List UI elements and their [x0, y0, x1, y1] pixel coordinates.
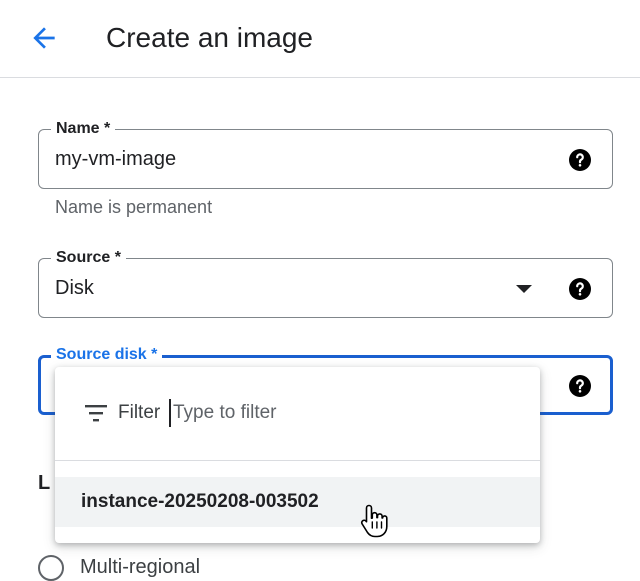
name-hint: Name is permanent	[55, 197, 213, 217]
arrow-back-icon	[33, 27, 55, 49]
name-field[interactable]: Name * my-vm-image	[38, 119, 613, 189]
filter-icon	[85, 405, 107, 422]
chevron-down-icon[interactable]	[516, 285, 532, 293]
help-icon[interactable]	[568, 374, 592, 398]
location-heading: L	[38, 472, 51, 494]
menu-item-label: instance-20250208-003502	[81, 491, 319, 512]
multi-regional-radio[interactable]	[38, 555, 64, 581]
multi-regional-label: Multi-regional	[80, 556, 201, 578]
back-button[interactable]	[24, 18, 64, 58]
help-icon[interactable]	[568, 148, 592, 172]
source-disk-dropdown: Filter instance-20250208-003502	[55, 367, 540, 543]
filter-label: Filter	[118, 402, 161, 423]
hand-pointer-icon	[360, 504, 388, 538]
menu-item-instance[interactable]: instance-20250208-003502	[55, 477, 540, 527]
source-disk-field-label: Source disk *	[51, 345, 163, 365]
filter-input[interactable]	[169, 399, 509, 427]
name-field-value[interactable]: my-vm-image	[55, 146, 176, 172]
source-field-value[interactable]: Disk	[55, 275, 94, 301]
page-title: Create an image	[106, 22, 314, 53]
page-header: Create an image	[0, 0, 640, 78]
filter-row: Filter	[55, 367, 540, 461]
help-icon[interactable]	[568, 277, 592, 301]
name-field-label: Name *	[51, 119, 116, 139]
source-select[interactable]: Source * Disk	[38, 248, 613, 318]
source-field-label: Source *	[51, 248, 126, 268]
